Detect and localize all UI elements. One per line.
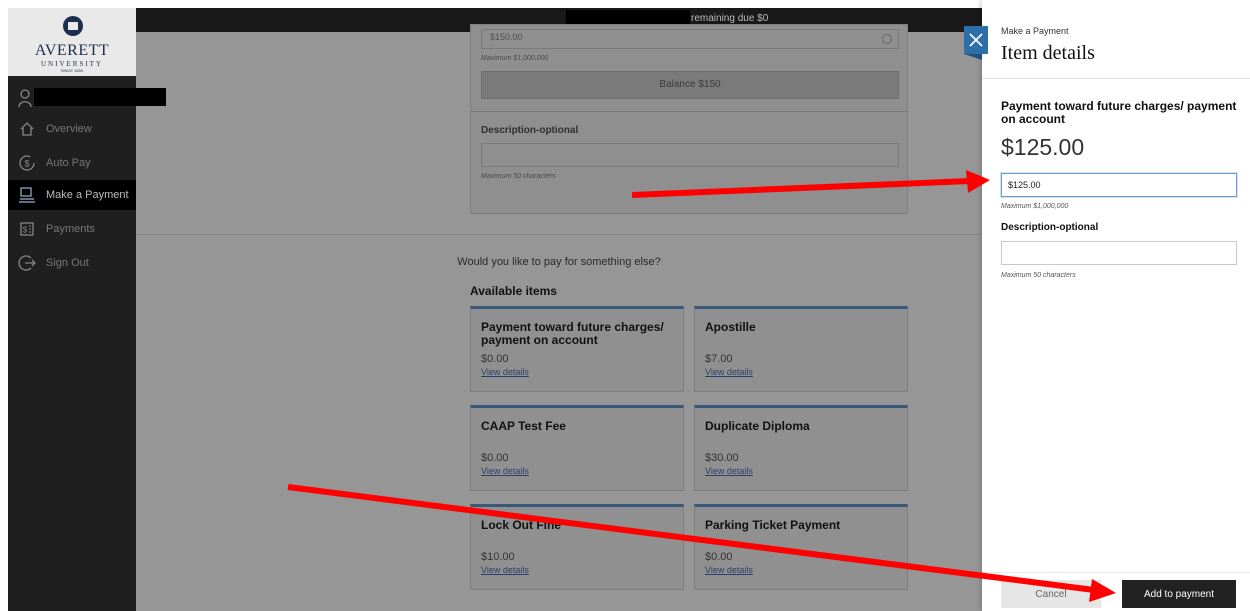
info-icon[interactable] [882, 34, 892, 44]
view-details-link[interactable]: View details [705, 466, 753, 476]
sidebar-item-payments[interactable]: $ Payments [8, 214, 136, 244]
university-seal-icon [63, 16, 83, 36]
logo-subtitle: UNIVERSITY [41, 60, 103, 68]
sidebar-item-make-a-payment[interactable]: Make a Payment [8, 180, 136, 210]
payment-item-card: $150.00 Maximum $1,000,000 Balance $150 … [470, 24, 908, 214]
sidebar-item-label: Auto Pay [46, 157, 91, 169]
sidebar-item-label: Sign Out [46, 257, 89, 269]
university-logo[interactable]: AVERETT UNIVERSITY SINCE 1859 [8, 8, 136, 76]
svg-text:$: $ [24, 159, 29, 169]
item-card-lock-out-fine[interactable]: Lock Out Fine $10.00 View details [470, 504, 684, 590]
item-name: CAAP Test Fee [481, 419, 566, 433]
available-items-title: Available items [470, 284, 557, 298]
item-name: Parking Ticket Payment [705, 518, 841, 532]
max-chars-hint: Maximum 50 characters [481, 173, 556, 180]
view-details-link[interactable]: View details [481, 565, 529, 575]
item-price: $7.00 [705, 353, 733, 365]
close-button-tab-tail [964, 54, 982, 60]
max-chars-hint: Maximum 50 characters [1001, 272, 1076, 279]
item-details-panel: Make a Payment Item details Payment towa… [982, 0, 1250, 611]
sidebar-item-auto-pay[interactable]: $ Auto Pay [8, 148, 136, 178]
cancel-button[interactable]: Cancel [1001, 580, 1101, 608]
user-icon [18, 89, 32, 108]
user-profile[interactable] [8, 84, 166, 114]
sidebar-item-sign-out[interactable]: Sign Out [8, 248, 136, 278]
item-card-apostille[interactable]: Apostille $7.00 View details [694, 306, 908, 392]
item-price: $0.00 [481, 452, 509, 464]
item-card-duplicate-diploma[interactable]: Duplicate Diploma $30.00 View details [694, 405, 908, 491]
item-card-payment-on-account[interactable]: Payment toward future charges/ payment o… [470, 306, 684, 392]
main-content-dimmed: remaining due $0 $150.00 Maximum $1,000,… [136, 8, 982, 611]
item-price: $30.00 [705, 452, 739, 464]
max-amount-hint: Maximum $1,000,000 [481, 55, 549, 62]
close-panel-button[interactable] [964, 26, 988, 54]
panel-eyebrow: Make a Payment [1001, 26, 1069, 36]
view-details-link[interactable]: View details [705, 367, 753, 377]
view-details-link[interactable]: View details [481, 367, 529, 377]
section-divider [136, 234, 982, 235]
item-name: Duplicate Diploma [705, 419, 810, 433]
item-name: Lock Out Fine [481, 518, 562, 532]
panel-title: Item details [1001, 42, 1095, 64]
payment-icon [16, 184, 38, 206]
item-card-caap-test-fee[interactable]: CAAP Test Fee $0.00 View details [470, 405, 684, 491]
item-card-parking-ticket-payment[interactable]: Parking Ticket Payment $0.00 View detail… [694, 504, 908, 590]
sidebar-item-label: Overview [46, 123, 92, 135]
svg-text:$: $ [23, 226, 28, 235]
card-divider [471, 111, 907, 112]
description-input[interactable] [481, 143, 899, 167]
logo-name: AVERETT [34, 42, 110, 59]
auto-pay-icon: $ [16, 152, 38, 174]
description-input[interactable] [1001, 241, 1237, 265]
view-details-link[interactable]: View details [481, 466, 529, 476]
item-name: Payment toward future charges/ payment o… [481, 320, 664, 347]
app-window: AVERETT UNIVERSITY SINCE 1859 Overview $… [0, 0, 1250, 611]
description-label: Description-optional [1001, 222, 1099, 233]
home-icon [16, 118, 38, 140]
payment-amount-input[interactable] [1001, 173, 1237, 197]
close-icon [969, 33, 983, 47]
sidebar-item-label: Payments [46, 223, 95, 235]
view-details-link[interactable]: View details [705, 565, 753, 575]
pay-something-else-prompt: Would you like to pay for something else… [457, 256, 661, 268]
item-name: Apostille [705, 320, 756, 334]
balance-button[interactable]: Balance $150 [481, 71, 899, 99]
sidebar-item-label: Make a Payment [46, 189, 129, 201]
selected-item-name: Payment toward future charges/ payment o… [1001, 99, 1237, 126]
selected-item-amount: $125.00 [1001, 134, 1085, 160]
receipt-icon: $ [16, 218, 38, 240]
item-price: $0.00 [481, 353, 509, 365]
sidebar: AVERETT UNIVERSITY SINCE 1859 Overview $… [8, 8, 166, 611]
amount-input-value: $150.00 [490, 32, 523, 42]
max-amount-hint: Maximum $1,000,000 [1001, 203, 1069, 210]
amount-input[interactable]: $150.00 [481, 29, 899, 49]
redacted-username [34, 88, 166, 106]
sidebar-item-overview[interactable]: Overview [8, 114, 136, 144]
logo-since: SINCE 1859 [60, 68, 84, 73]
panel-footer-divider [982, 572, 1250, 573]
panel-divider [982, 78, 1250, 79]
item-price: $0.00 [705, 551, 733, 563]
item-price: $10.00 [481, 551, 515, 563]
add-to-payment-button[interactable]: Add to payment [1122, 580, 1236, 608]
sign-out-icon [16, 252, 38, 274]
description-label: Description-optional [481, 125, 579, 136]
remaining-due-text: remaining due $0 [691, 13, 769, 24]
